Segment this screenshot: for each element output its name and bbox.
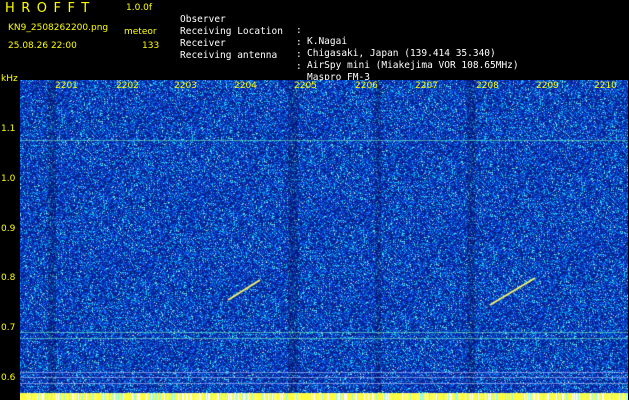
freq-tick-label: 1.0 bbox=[1, 174, 16, 184]
time-tick-label: 2210 bbox=[594, 81, 617, 91]
freq-tick-label: 0.7 bbox=[1, 323, 16, 333]
frequency-unit-label: kHz bbox=[1, 74, 18, 84]
info-separator: : bbox=[296, 49, 302, 60]
info-row-location: Receiving Location : Chigasaki, Japan (1… bbox=[180, 15, 496, 59]
app-title: HROFFT bbox=[5, 1, 96, 16]
mode-label: meteor bbox=[124, 27, 157, 37]
time-tick-label: 2201 bbox=[55, 81, 78, 91]
freq-tick-label: 0.9 bbox=[1, 224, 16, 234]
time-tick-label: 2205 bbox=[294, 81, 317, 91]
time-tick-label: 2207 bbox=[415, 81, 438, 91]
freq-tick-label: 0.6 bbox=[1, 373, 16, 383]
info-label: Receiving antenna bbox=[180, 50, 278, 61]
info-separator: : bbox=[296, 61, 302, 72]
app-version: 1.0.0f bbox=[126, 3, 153, 13]
info-row-observer: Observer : K.Nagai bbox=[180, 3, 347, 47]
time-tick-label: 2209 bbox=[536, 81, 559, 91]
info-value: K.Nagai bbox=[307, 36, 348, 47]
meteor-count: 133 bbox=[142, 41, 160, 51]
freq-tick-label: 1.1 bbox=[1, 124, 16, 134]
spectrogram-canvas[interactable] bbox=[20, 80, 628, 400]
time-tick-label: 2204 bbox=[234, 81, 257, 91]
info-row-antenna: Receiving antenna : Maspro FM-3 bbox=[180, 39, 370, 83]
datetime: 25.08.26 22:00 bbox=[8, 41, 77, 51]
time-tick-label: 2203 bbox=[174, 81, 197, 91]
time-tick-label: 2202 bbox=[116, 81, 139, 91]
info-value: Chigasaki, Japan (139.414 35.340) bbox=[307, 48, 496, 59]
info-separator: : bbox=[296, 25, 302, 36]
freq-tick-label: 0.8 bbox=[1, 273, 16, 283]
time-tick-label: 2208 bbox=[476, 81, 499, 91]
info-row-receiver: Receiver : AirSpy mini (Miakejima VOR 10… bbox=[180, 27, 519, 71]
time-tick-label: 2206 bbox=[355, 81, 378, 91]
info-separator: : bbox=[296, 37, 302, 48]
info-value: AirSpy mini (Miakejima VOR 108.65MHz) bbox=[307, 60, 519, 71]
file-name: KN9_2508262200.png bbox=[8, 23, 109, 33]
